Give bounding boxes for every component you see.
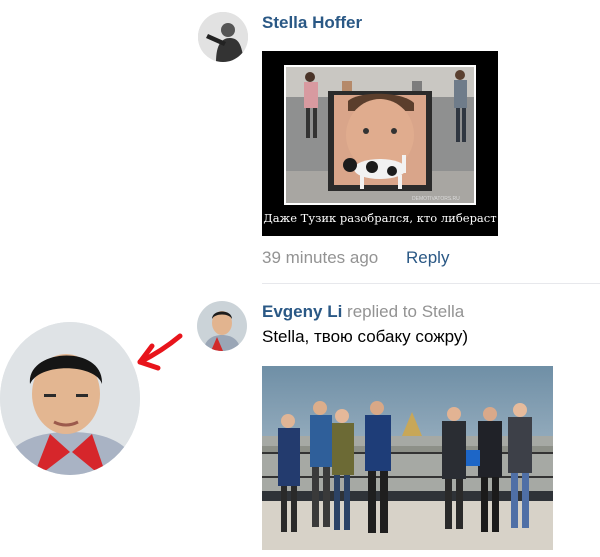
meme-image[interactable]: Даже Тузик разобрался, кто либераст DEMO… (262, 51, 498, 236)
enlarged-avatar (0, 322, 140, 475)
comment-header-evgeny: Evgeny Li replied to Stella (262, 302, 464, 322)
group-picture (262, 366, 553, 550)
comment-text: Stella, твою собаку сожру) (262, 327, 469, 346)
group-photo[interactable] (262, 366, 553, 550)
comment-timestamp[interactable]: 39 minutes ago (262, 248, 378, 268)
stella-avatar[interactable] (198, 12, 248, 62)
meme-picture (262, 51, 498, 236)
reply-button[interactable]: Reply (406, 248, 449, 268)
comment-author-evgeny[interactable]: Evgeny Li (262, 302, 342, 321)
stella-avatar-image (198, 12, 248, 62)
evgeny-avatar-image (197, 301, 247, 351)
meme-caption: Даже Тузик разобрался, кто либераст (263, 211, 497, 225)
enlarged-avatar-image (0, 322, 140, 475)
meme-watermark: DEMOTIVATORS.RU (412, 196, 460, 202)
replied-to-link[interactable]: replied to Stella (347, 302, 464, 321)
evgeny-avatar[interactable] (197, 301, 247, 351)
comment-divider (262, 283, 600, 284)
comment-author-stella[interactable]: Stella Hoffer (262, 13, 362, 33)
red-arrow-icon (137, 333, 183, 371)
